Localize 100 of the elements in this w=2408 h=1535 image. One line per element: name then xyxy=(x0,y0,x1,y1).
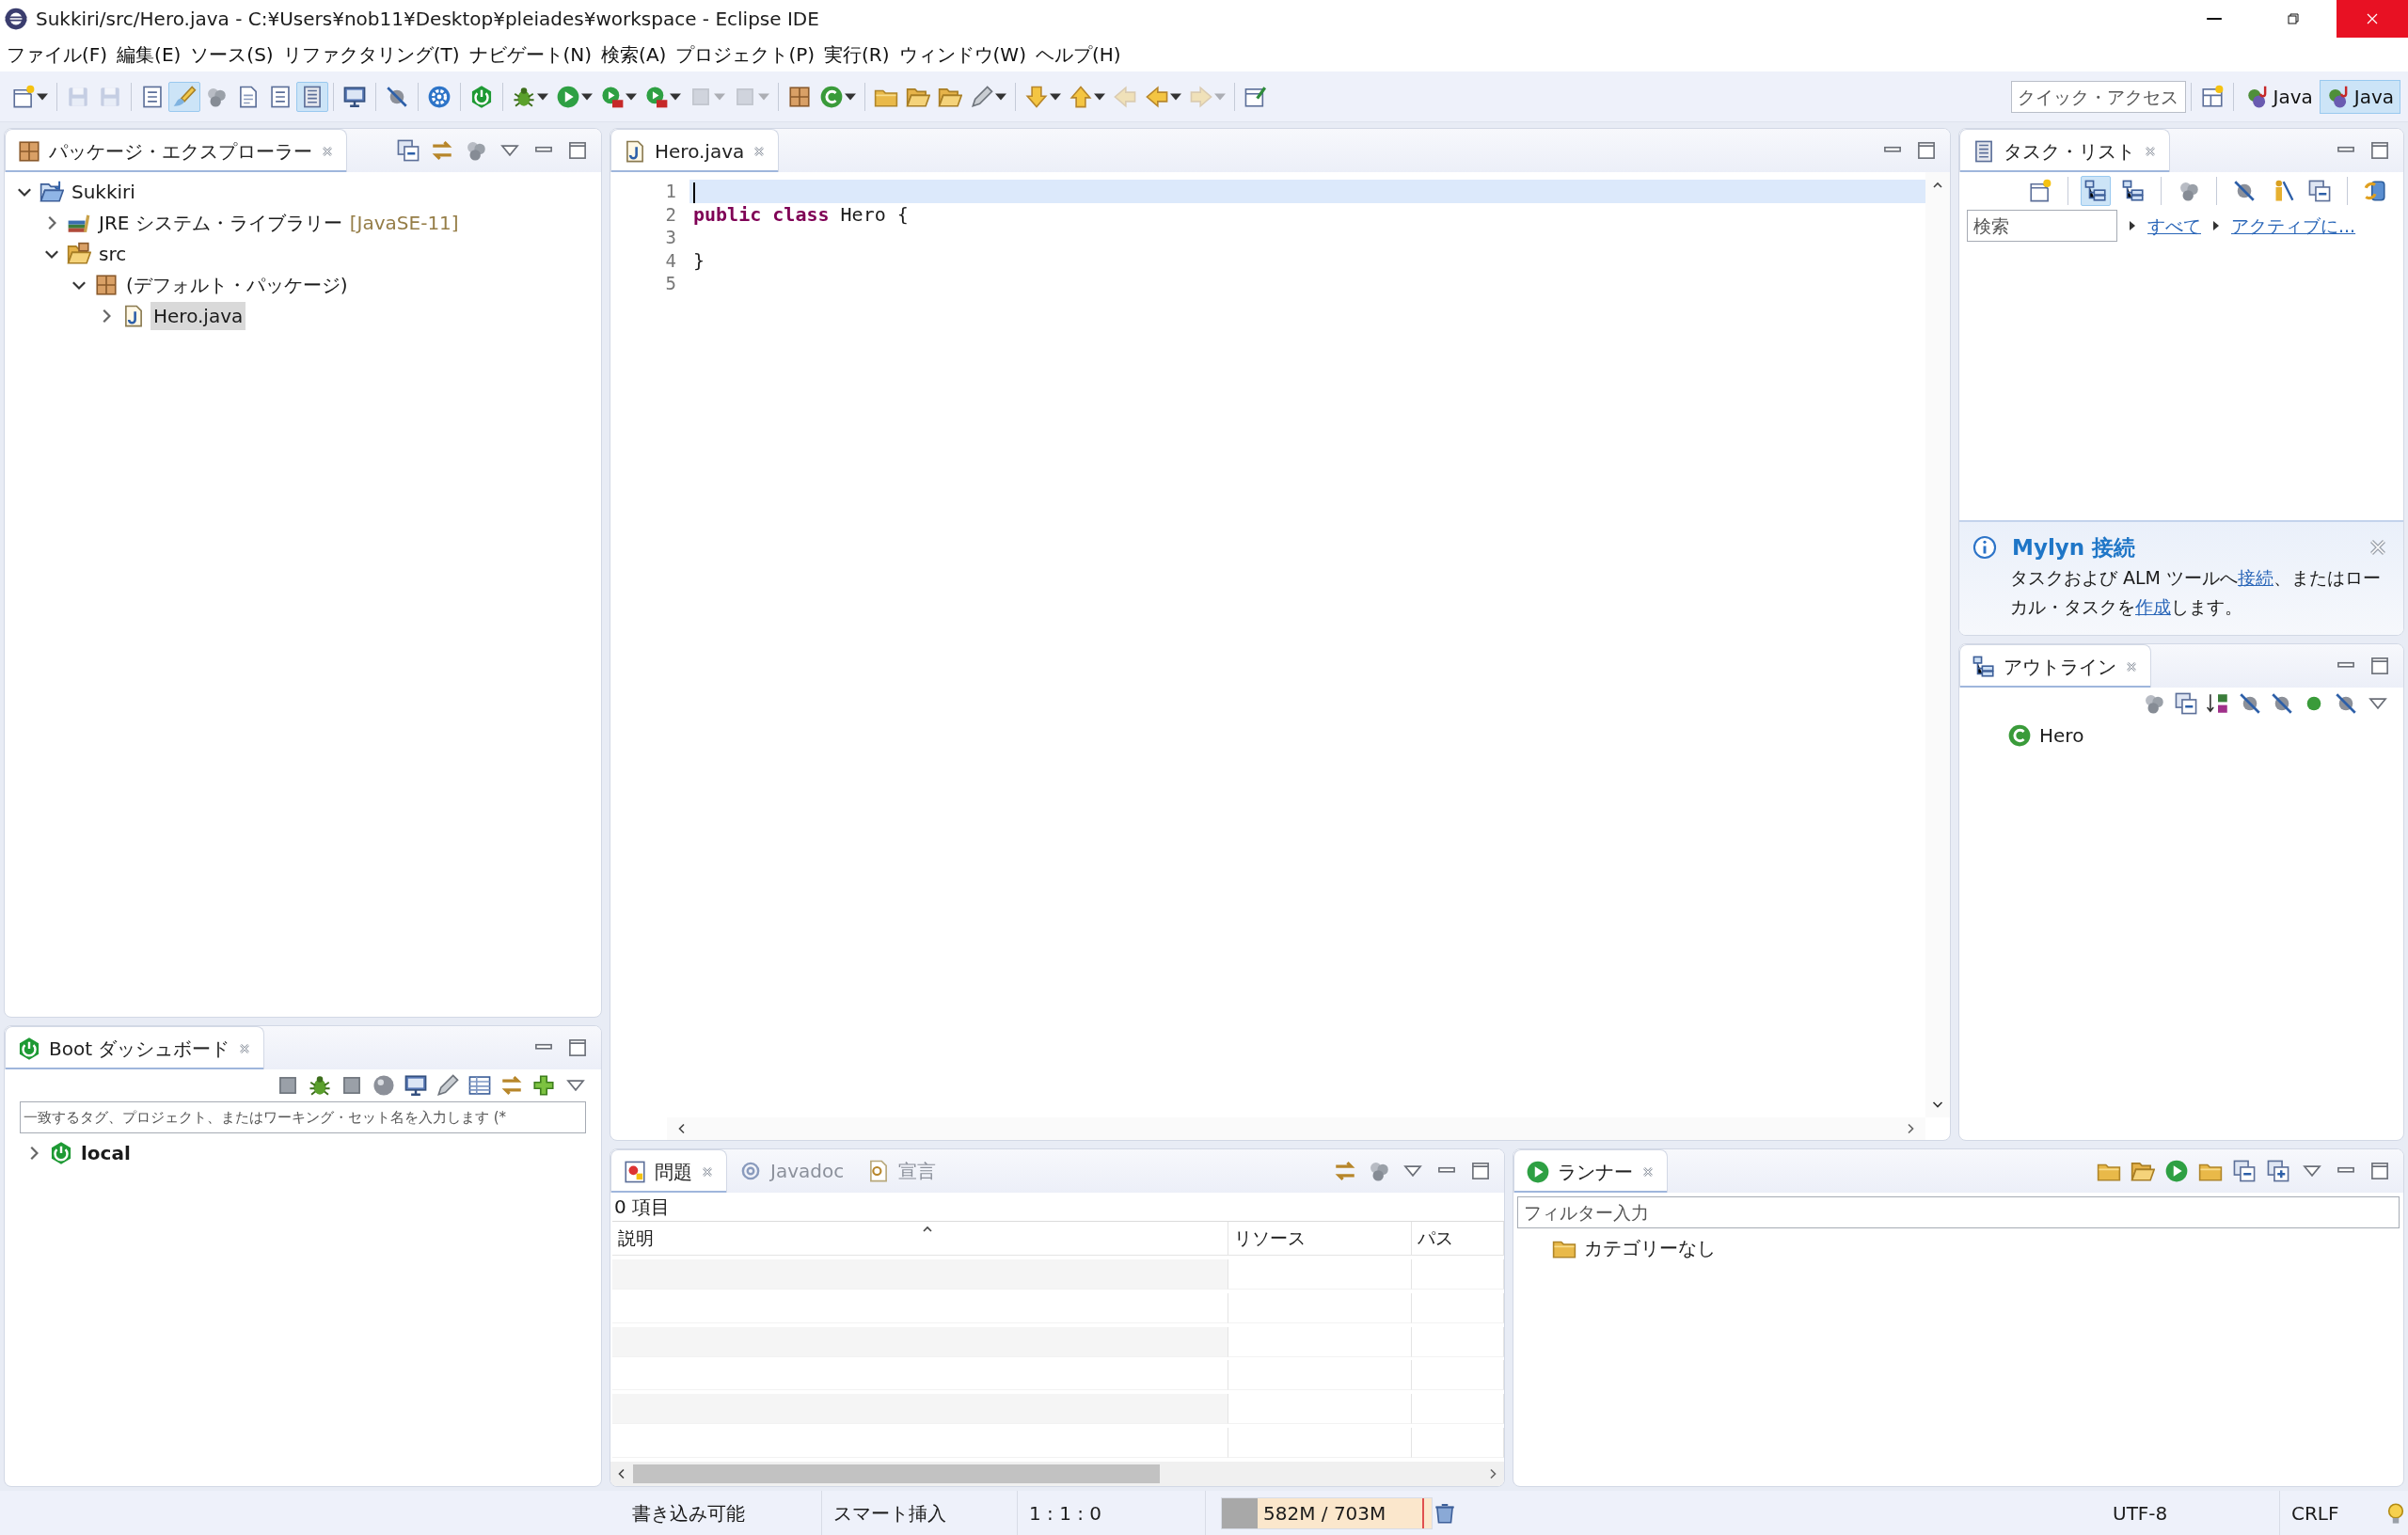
filter-field[interactable]: フィルター入力 xyxy=(1517,1196,2400,1228)
horizontal-scrollbar[interactable] xyxy=(610,1462,1504,1486)
slashed-circle-icon[interactable] xyxy=(2238,691,2262,716)
view-tab[interactable]: 問題 xyxy=(610,1149,727,1193)
menu-item[interactable]: プロジェクト(P) xyxy=(671,40,820,69)
menu-item[interactable]: リファクタリング(T) xyxy=(277,40,465,69)
line-number: 1 xyxy=(664,180,676,203)
line-ending-text: CRLF xyxy=(2291,1500,2339,1527)
vertical-scrollbar[interactable] xyxy=(1925,172,1950,1117)
tab-label: タスク・リスト xyxy=(2004,138,2135,165)
caret-icon xyxy=(37,92,48,101)
caret-icon xyxy=(670,92,681,101)
table-icon[interactable] xyxy=(467,1073,492,1098)
window-pin-icon xyxy=(1244,84,1268,109)
swap-arrows-icon[interactable] xyxy=(1333,1159,1357,1183)
view-tab[interactable]: アウトライン xyxy=(1959,644,2151,688)
caret-icon xyxy=(758,92,769,101)
expand-all-icon[interactable] xyxy=(2266,1159,2290,1183)
tree-item[interactable]: JRE システム・ライブラリー xyxy=(96,208,345,237)
tree-icon xyxy=(2121,179,2146,203)
view-tab[interactable]: タスク・リスト xyxy=(1959,129,2170,172)
collapse-all-icon[interactable] xyxy=(2232,1159,2257,1183)
close-icon xyxy=(2365,11,2380,26)
view-tab[interactable]: Boot ダッシュボード xyxy=(5,1026,265,1069)
horizontal-scrollbar[interactable] xyxy=(667,1117,1925,1140)
tree-item[interactable]: Hero.java xyxy=(150,301,246,330)
toolbar-button[interactable] xyxy=(2081,176,2111,206)
perspective-button[interactable]: Java xyxy=(2238,79,2320,114)
encoding-text: UTF-8 xyxy=(2113,1500,2168,1527)
bug-icon[interactable] xyxy=(308,1073,332,1098)
column-header[interactable]: 説明 xyxy=(612,1222,1228,1256)
view-tab[interactable]: ランナー xyxy=(1513,1149,1668,1193)
menu-item[interactable]: 検索(A) xyxy=(596,40,672,69)
tab-label: Javadoc xyxy=(770,1159,845,1184)
new-document-icon xyxy=(11,84,36,109)
source-folder-icon xyxy=(67,241,91,266)
monitor-icon xyxy=(342,84,367,109)
run-icon xyxy=(644,84,669,109)
code-line: public class Hero { xyxy=(692,202,910,226)
heap-reading: 582M / 703M xyxy=(1262,1500,1386,1527)
swap-arrows-icon[interactable] xyxy=(430,138,454,163)
pencil-icon[interactable] xyxy=(436,1073,460,1098)
tree-item[interactable]: src xyxy=(96,239,130,268)
filter-field[interactable]: 一致するタグ、プロジェクト、またはワーキング・セット名を入力します (* xyxy=(20,1101,586,1133)
notice-link[interactable]: 作成 xyxy=(2135,596,2171,617)
package-icon xyxy=(787,84,812,109)
slashed-circle-icon[interactable] xyxy=(2270,691,2294,716)
line-number: 3 xyxy=(664,226,676,249)
tree-item[interactable]: カテゴリーなし xyxy=(1581,1233,1719,1262)
toolbar-button[interactable] xyxy=(296,81,328,112)
column-header[interactable]: リソース xyxy=(1228,1222,1412,1256)
status-text: 書き込み可能 xyxy=(632,1500,745,1527)
collapse-all-icon[interactable] xyxy=(396,138,420,163)
column-header[interactable]: パス xyxy=(1412,1222,1504,1256)
menu-item[interactable]: 編集(E) xyxy=(112,40,186,69)
perspective-button[interactable]: Java xyxy=(2319,79,2400,114)
arrow-down-icon xyxy=(1024,84,1049,109)
sort-icon[interactable] xyxy=(2206,691,2230,716)
window-title: Sukkiri/src/Hero.java - C:¥Users¥nob11¥Desktop¥pleiades¥workspace - Eclipse IDE xyxy=(36,7,820,32)
tree-icon xyxy=(1972,654,1996,679)
power-icon xyxy=(49,1140,73,1165)
sphere-icon[interactable] xyxy=(372,1073,396,1098)
text-cursor xyxy=(693,182,695,203)
menu-item[interactable]: ナビゲート(N) xyxy=(464,40,597,69)
tree-icon xyxy=(2083,179,2108,203)
monitor-icon[interactable] xyxy=(404,1073,428,1098)
tree-decoration: [JavaSE-11] xyxy=(349,210,459,236)
caret-icon xyxy=(1170,92,1181,101)
view-tab[interactable]: パッケージ・エクスプローラー xyxy=(5,129,347,172)
run-icon xyxy=(600,84,625,109)
caret-icon xyxy=(581,92,593,101)
caret-icon xyxy=(995,92,1006,101)
filter-link[interactable]: アクティブに... xyxy=(2231,212,2356,240)
document-icon xyxy=(268,84,293,109)
caret-icon xyxy=(537,92,548,101)
search-field[interactable]: 検索 xyxy=(1967,210,2117,242)
swap-arrows-icon[interactable] xyxy=(499,1073,524,1098)
notice-link[interactable]: 接続 xyxy=(2238,567,2274,588)
menu-item[interactable]: ソース(S) xyxy=(185,40,278,69)
tree-item[interactable]: Hero xyxy=(2036,720,2087,750)
toolbar-button[interactable] xyxy=(168,81,200,112)
quick-access-field[interactable]: クイック・アクセス xyxy=(2010,80,2186,113)
filter-link[interactable]: すべて xyxy=(2147,212,2201,240)
play-icon[interactable] xyxy=(2164,1159,2189,1183)
view-tab[interactable]: Hero.java xyxy=(610,129,780,172)
project-folder-icon xyxy=(40,179,64,204)
tab-label: Boot ダッシュボード xyxy=(49,1036,230,1062)
collapse-all-icon[interactable] xyxy=(2174,691,2198,716)
menu-item[interactable]: 実行(R) xyxy=(819,40,895,69)
line-number: 5 xyxy=(664,272,676,295)
arrow-left-icon xyxy=(1113,84,1137,109)
tree-item[interactable]: local xyxy=(78,1138,134,1167)
slashed-circle-icon[interactable] xyxy=(2334,691,2358,716)
menu-item[interactable]: ファイル(F) xyxy=(2,40,113,69)
tree-item[interactable]: (デフォルト・パッケージ) xyxy=(123,270,351,299)
menu-item[interactable]: ウィンドウ(W) xyxy=(894,40,1031,69)
plus-icon[interactable] xyxy=(531,1073,556,1098)
pencil-icon xyxy=(970,84,994,109)
menu-item[interactable]: ヘルプ(H) xyxy=(1030,40,1126,69)
tree-item[interactable]: Sukkiri xyxy=(69,177,138,206)
